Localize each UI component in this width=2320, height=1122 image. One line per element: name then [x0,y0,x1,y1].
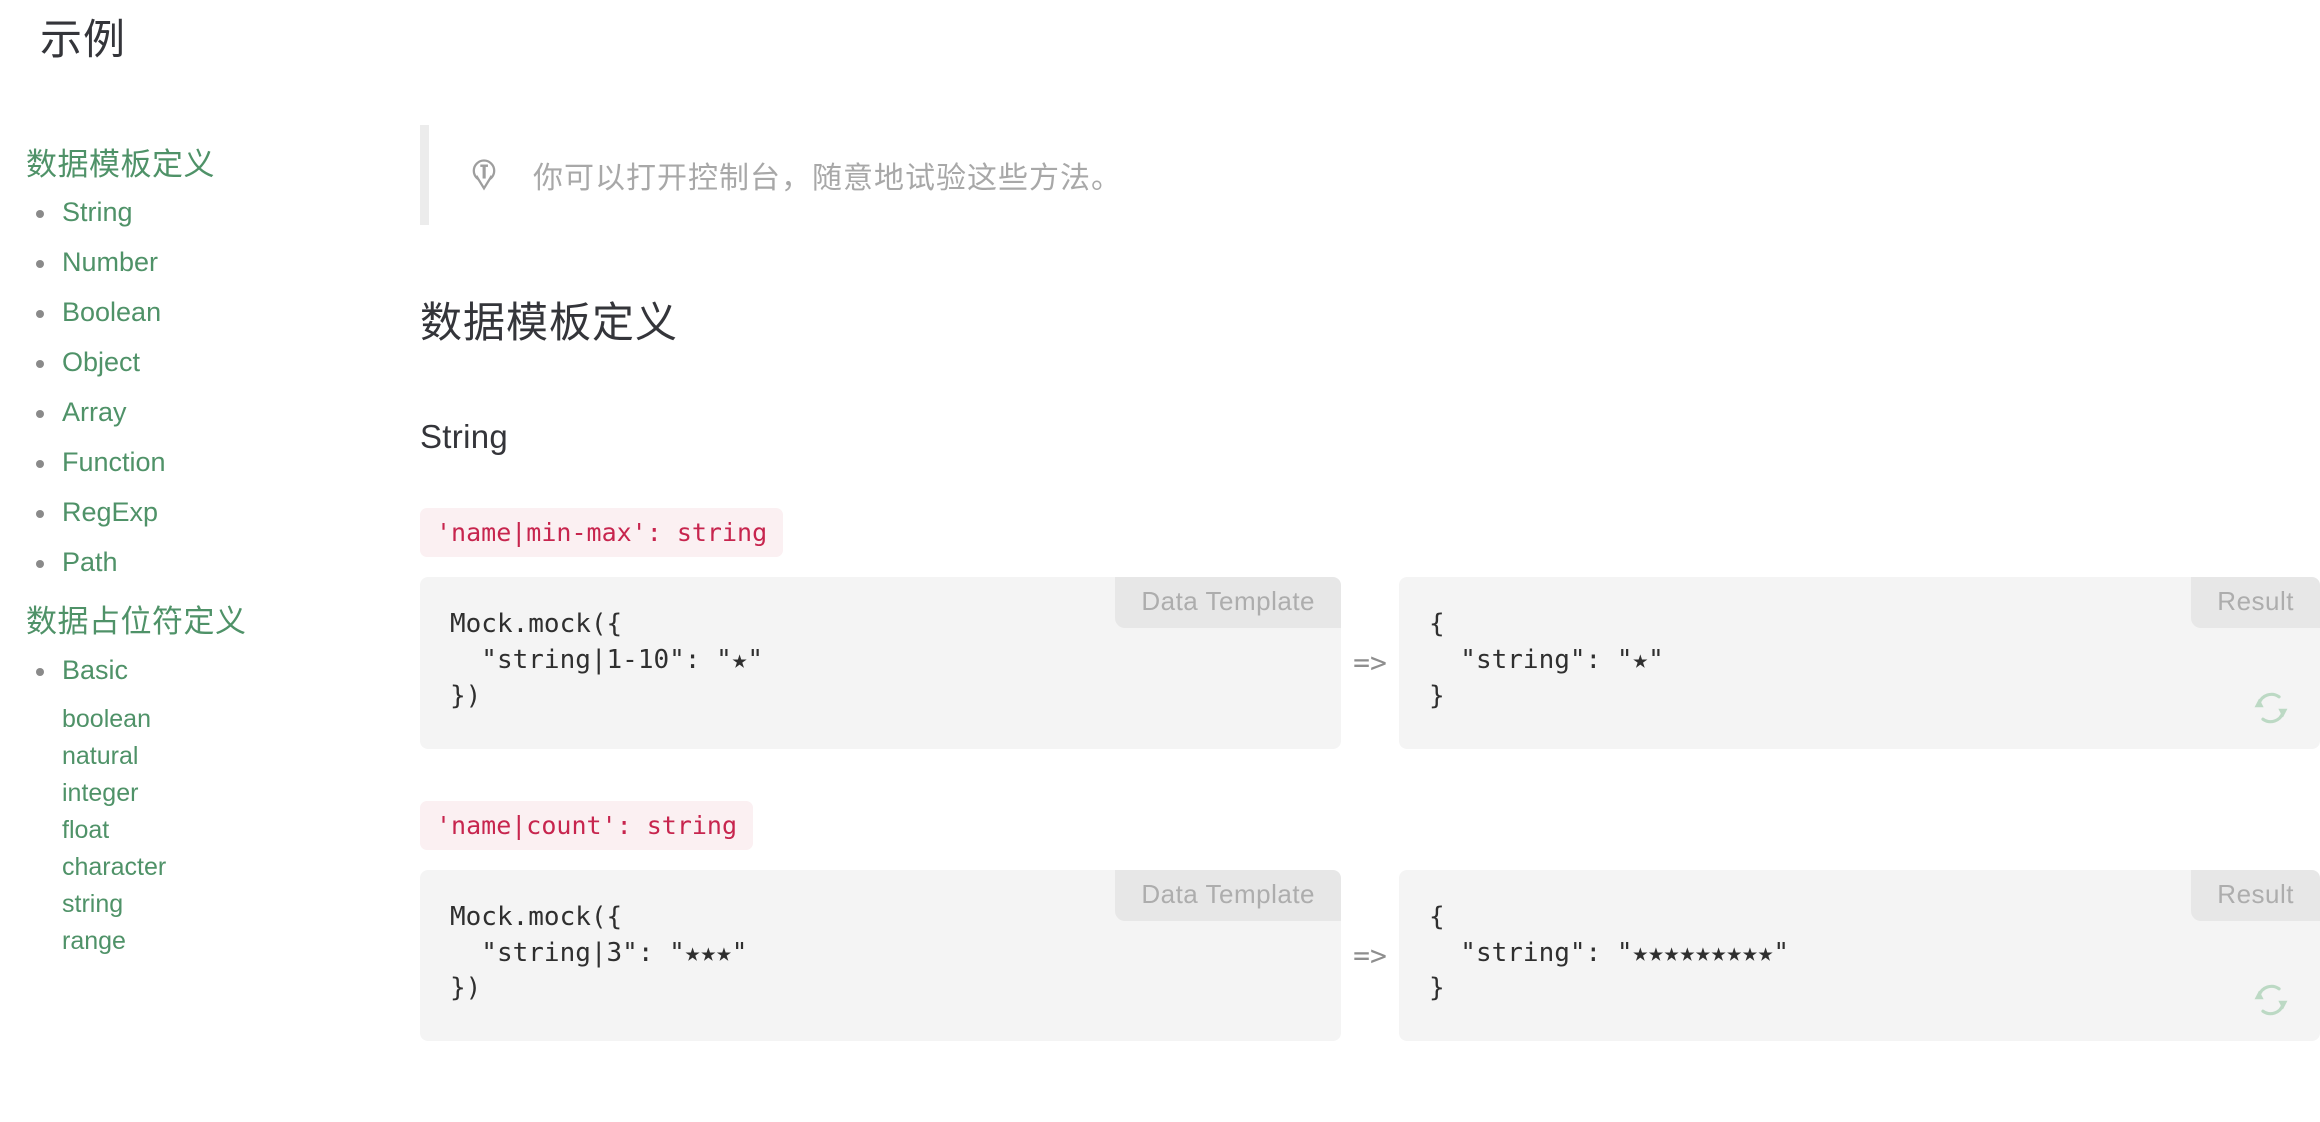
sidebar-sublink-boolean[interactable]: boolean [62,705,151,733]
tip-banner: 你可以打开控制台，随意地试验这些方法。 [420,125,2320,225]
sidebar-item-array[interactable]: Array [26,399,420,426]
sidebar: 数据模板定义 String Number Boolean Object Arra… [0,125,420,1122]
sidebar-subitem-boolean[interactable]: boolean [62,705,420,733]
refresh-icon[interactable] [2250,687,2292,729]
panel-label-data-template: Data Template [1115,577,1341,628]
sidebar-item-path[interactable]: Path [26,549,420,576]
bullet-icon [36,410,44,419]
panel-label-data-template: Data Template [1115,869,1341,921]
bullet-icon [36,460,44,469]
sidebar-subitem-integer[interactable]: integer [62,779,420,807]
sidebar-subitem-range[interactable]: range [62,927,420,955]
sidebar-subitem-string[interactable]: string [62,890,420,918]
bullet-icon [36,667,44,676]
sidebar-sublink-integer[interactable]: integer [62,779,138,807]
sidebar-heading-data-template: 数据模板定义 [26,147,215,182]
example-row-2: Data Template Mock.mock({ "string|3": "★… [420,869,2320,1042]
sidebar-item-basic[interactable]: Basic [26,655,420,685]
bullet-icon [36,360,44,369]
sidebar-sublink-natural[interactable]: natural [62,742,138,770]
sidebar-link-object[interactable]: Object [62,347,140,377]
sidebar-heading-data-placeholder: 数据占位符定义 [26,604,247,640]
sidebar-link-path[interactable]: Path [62,547,118,577]
bullet-icon [36,210,44,219]
main-content: 你可以打开控制台，随意地试验这些方法。 数据模板定义 String 'name|… [420,125,2320,1122]
lightbulb-icon [467,155,501,195]
sidebar-sublink-string[interactable]: string [62,890,123,918]
section-heading: 数据模板定义 [420,299,679,346]
result-panel-1: Result { "string": "★" } [1399,577,2320,749]
data-template-panel-1: Data Template Mock.mock({ "string|1-10":… [420,577,1341,749]
subsection-heading-string: String [420,418,509,455]
example-row-1: Data Template Mock.mock({ "string|1-10":… [420,577,2320,749]
sidebar-item-number[interactable]: Number [26,249,420,276]
sidebar-item-function[interactable]: Function [26,449,420,476]
sidebar-link-boolean[interactable]: Boolean [62,297,161,327]
sidebar-sublist-basic: boolean natural integer float character … [26,705,420,955]
sidebar-item-regexp[interactable]: RegExp [26,499,420,526]
sidebar-subitem-float[interactable]: float [62,816,420,844]
example-block-2: 'name|count': string Data Template Mock.… [420,749,2320,1042]
sidebar-list-data-placeholder: Basic [26,655,420,685]
sidebar-item-string[interactable]: String [26,199,420,226]
sidebar-list-data-template: String Number Boolean Object Array Funct… [26,199,420,576]
data-template-panel-2: Data Template Mock.mock({ "string|3": "★… [420,869,1341,1042]
refresh-icon[interactable] [2250,979,2292,1021]
result-panel-2: Result { "string": "★★★★★★★★★" } [1399,869,2320,1042]
page-title: 示例 [40,16,127,63]
bullet-icon [36,310,44,319]
result-code-2: { "string": "★★★★★★★★★" } [1429,901,1790,1004]
sidebar-link-basic[interactable]: Basic [62,655,128,685]
sidebar-subitem-natural[interactable]: natural [62,742,420,770]
result-code-1: { "string": "★" } [1429,609,1664,711]
sidebar-link-string[interactable]: String [62,197,133,227]
page-layout: 数据模板定义 String Number Boolean Object Arra… [0,125,2320,1122]
signature-badge-2: 'name|count': string [420,800,754,850]
panel-label-result: Result [2191,869,2320,921]
bullet-icon [36,510,44,519]
sidebar-sublink-float[interactable]: float [62,816,109,844]
sidebar-sublink-range[interactable]: range [62,927,126,955]
sidebar-subitem-character[interactable]: character [62,853,420,881]
bullet-icon [36,560,44,569]
main-inner: 数据模板定义 String 'name|min-max': string Dat… [420,289,2320,1042]
sidebar-link-function[interactable]: Function [62,447,166,477]
sidebar-item-boolean[interactable]: Boolean [26,299,420,326]
sidebar-item-object[interactable]: Object [26,349,420,376]
sidebar-link-number[interactable]: Number [62,247,158,277]
sidebar-link-regexp[interactable]: RegExp [62,497,158,527]
arrow-separator-1: => [1353,646,1387,680]
sidebar-link-array[interactable]: Array [62,397,127,427]
sidebar-sublink-character[interactable]: character [62,853,166,881]
panel-label-result: Result [2191,577,2320,628]
arrow-separator-2: => [1353,938,1387,972]
bullet-icon [36,260,44,269]
signature-badge-1: 'name|min-max': string [420,508,784,557]
tip-text: 你可以打开控制台，随意地试验这些方法。 [533,162,1122,195]
example-block-1: 'name|min-max': string Data Template Moc… [420,456,2320,749]
